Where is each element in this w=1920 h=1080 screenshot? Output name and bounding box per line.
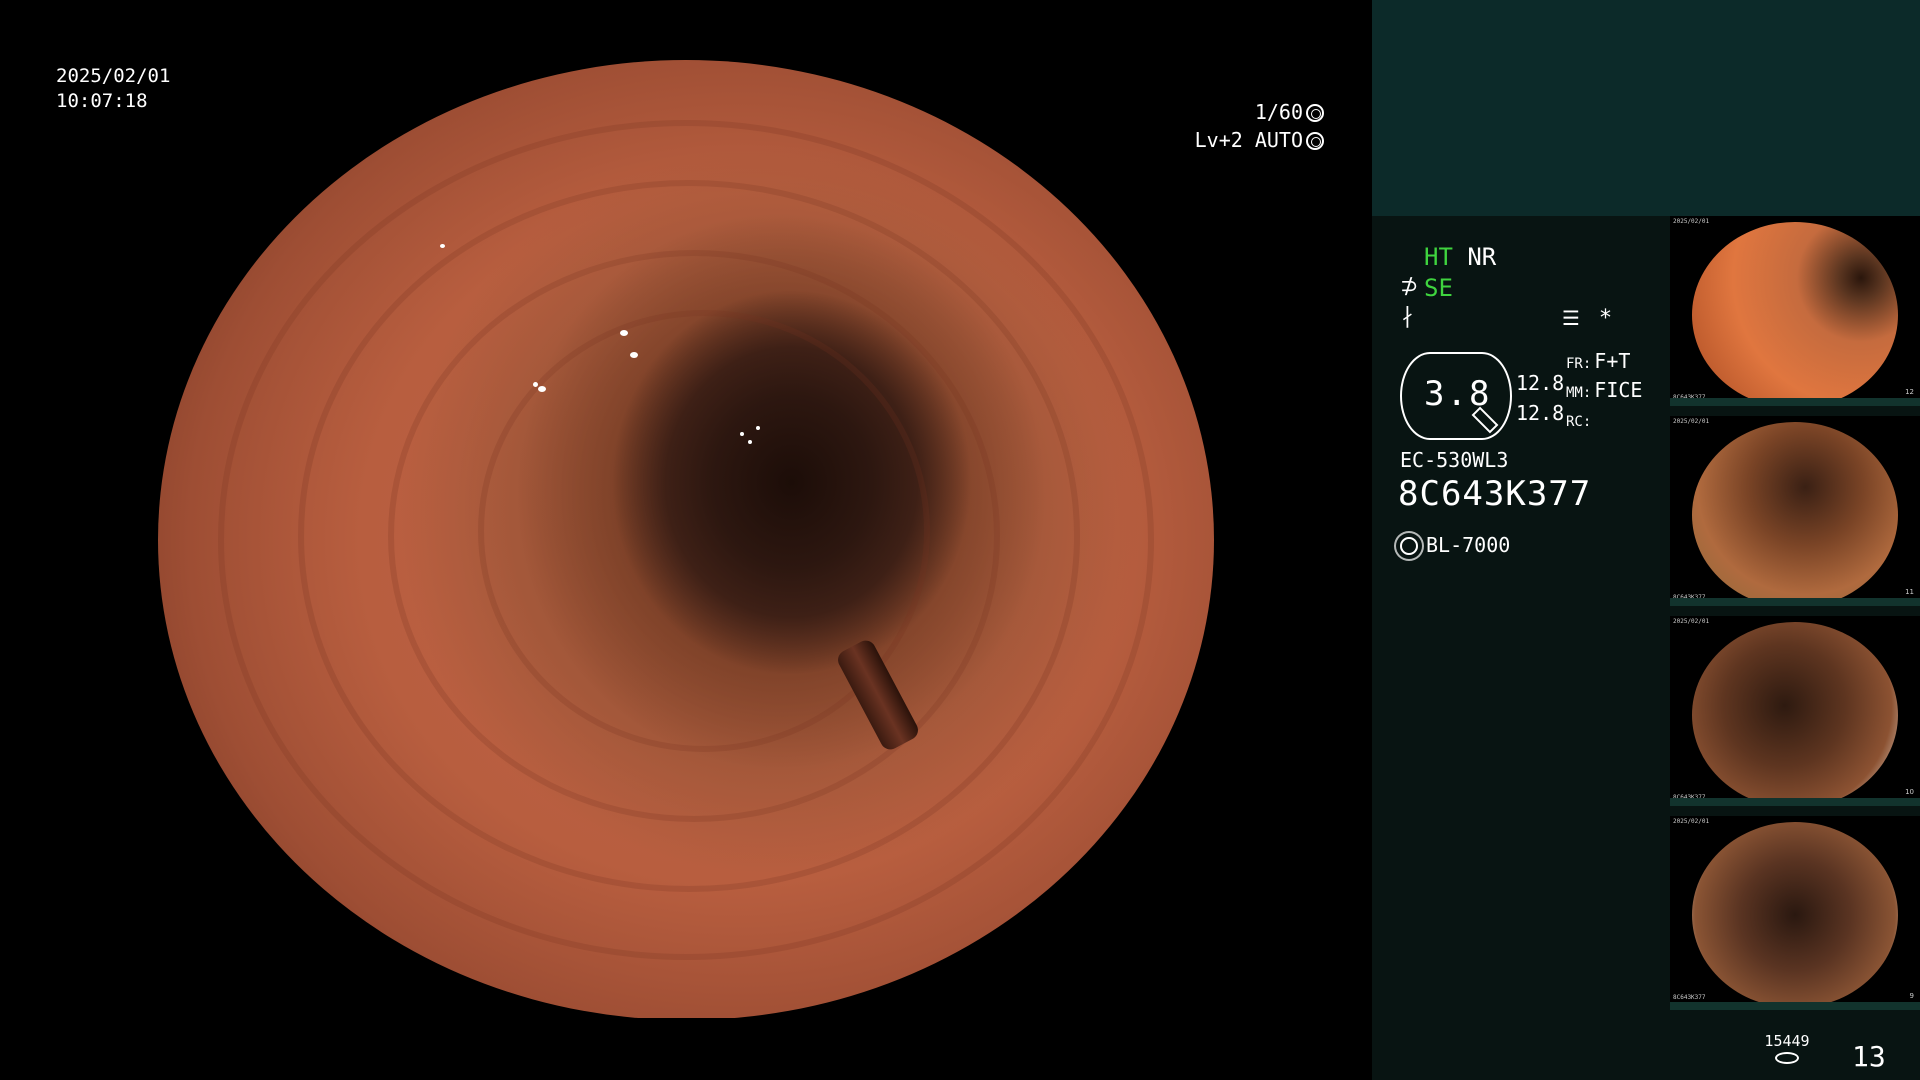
mode-row-1: HT NR xyxy=(1424,242,1496,272)
rc-label: RC: xyxy=(1566,414,1592,430)
view-mask-top xyxy=(0,0,1370,60)
iris-icon xyxy=(1306,132,1324,150)
fr-value: F+T xyxy=(1594,349,1631,373)
thumbnail-3-number: 10 xyxy=(1905,788,1914,796)
param-values: 12.8 12.8 xyxy=(1516,370,1564,426)
thumbnail-4-serial: 8C643K377 xyxy=(1673,994,1706,1001)
thumbnail-4[interactable]: 2025/02/01 8C643K377 9 xyxy=(1670,816,1920,1010)
side-panel-header xyxy=(1372,0,1920,216)
thumbnail-1-date: 2025/02/01 xyxy=(1673,218,1710,225)
storage-indicator: 15449 xyxy=(1762,1032,1812,1064)
thumbnail-2[interactable]: 2025/02/01 8C643K377 11 xyxy=(1670,416,1920,606)
mm-label: MM: xyxy=(1566,385,1592,401)
param-value-1: 12.8 xyxy=(1516,371,1565,395)
mode-ht-label: HT xyxy=(1424,243,1453,271)
mode-se-label: SE xyxy=(1424,274,1453,302)
mode-nr-label: NR xyxy=(1467,243,1497,271)
iris-label: Lv+2 AUTO xyxy=(1194,128,1303,152)
angle-icon: ⊅ xyxy=(1400,274,1419,299)
thumbnail-3-date: 2025/02/01 xyxy=(1673,618,1710,625)
image-counter: 13 xyxy=(1852,1040,1886,1073)
storage-disk-icon xyxy=(1775,1052,1799,1064)
thumbnail-2-number: 11 xyxy=(1905,588,1914,596)
light-source-icon xyxy=(1400,537,1418,555)
settings-list-icon: ☰ xyxy=(1562,306,1580,330)
scope-model: EC-530WL3 xyxy=(1400,448,1509,472)
time-label: 10:07:18 xyxy=(56,90,148,112)
param-labels: FR: F+T MM: FICE RC: xyxy=(1566,348,1642,435)
thumbnail-3[interactable]: 2025/02/01 8C643K377 10 xyxy=(1670,616,1920,806)
view-mask-bottom xyxy=(0,1018,1370,1080)
datetime-display: 2025/02/01 10:07:18 xyxy=(56,64,170,114)
structure-icon: ∤ xyxy=(1402,304,1413,329)
thumbnail-2-date: 2025/02/01 xyxy=(1673,418,1710,425)
scope-serial: 8C643K377 xyxy=(1398,474,1592,514)
storage-count: 15449 xyxy=(1764,1032,1810,1050)
light-source-label: BL-7000 xyxy=(1426,533,1511,557)
thumbnail-4-date: 2025/02/01 xyxy=(1673,818,1710,825)
thumbnail-1[interactable]: 2025/02/01 8C643K377 12 xyxy=(1670,216,1920,406)
param-value-2: 12.8 xyxy=(1516,401,1565,425)
light-source: BL-7000 xyxy=(1400,530,1510,560)
thumbnail-1-number: 12 xyxy=(1905,388,1914,396)
shutter-label: 1/60 xyxy=(1254,100,1303,124)
shutter-icon xyxy=(1306,104,1324,122)
thumbnail-4-number: 9 xyxy=(1909,992,1914,1000)
endoscope-live-view xyxy=(158,60,1214,1020)
mm-value: FICE xyxy=(1594,378,1643,402)
date-label: 2025/02/01 xyxy=(56,65,171,87)
exposure-display: 1/60 Lv+2 AUTO xyxy=(1195,98,1324,154)
fr-label: FR: xyxy=(1566,356,1592,372)
asterisk-label: * xyxy=(1600,306,1611,331)
